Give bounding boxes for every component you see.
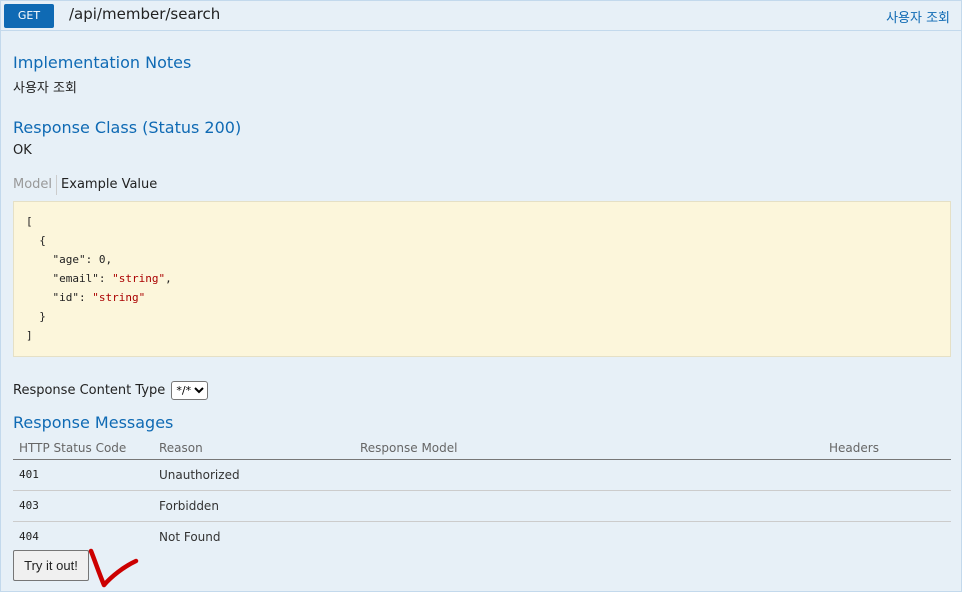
headers-cell: [823, 459, 951, 491]
table-row: 404 Not Found: [13, 521, 951, 552]
response-model-cell: [354, 459, 823, 491]
json-key: "age": [52, 253, 86, 266]
response-content-type-select[interactable]: */*: [171, 381, 209, 400]
response-content-type: Response Content Type */*: [13, 381, 209, 400]
reason-cell: Unauthorized: [153, 459, 354, 491]
json-close-brace: }: [39, 310, 46, 323]
response-messages-table: HTTP Status Code Reason Response Model H…: [13, 437, 951, 552]
column-header: HTTP Status Code: [13, 437, 153, 460]
example-json: [ { "age": 0, "email": "string", "id": "…: [14, 202, 950, 355]
json-value: 0: [98, 253, 106, 266]
json-separator: :: [98, 272, 113, 285]
operation-panel: GET /api/member/search 사용자 조회 Implementa…: [0, 0, 962, 592]
response-class-text: OK: [13, 143, 32, 158]
json-close-bracket: ]: [26, 329, 33, 342]
response-model-cell: [354, 490, 823, 522]
response-model-cell: [354, 521, 823, 552]
response-content-type-label: Response Content Type: [13, 383, 166, 398]
headers-cell: [823, 490, 951, 522]
table-row: 403 Forbidden: [13, 490, 951, 522]
json-comma: ,: [165, 272, 172, 285]
json-open-brace: {: [39, 234, 46, 247]
column-header: Headers: [823, 437, 951, 460]
status-code-cell: 401: [13, 459, 153, 491]
tab-example-value[interactable]: Example Value: [57, 175, 157, 195]
status-code-cell: 403: [13, 490, 153, 522]
table-header-row: HTTP Status Code Reason Response Model H…: [13, 437, 951, 460]
column-header: Reason: [153, 437, 354, 460]
operation-header[interactable]: GET /api/member/search 사용자 조회: [1, 1, 961, 31]
json-open-bracket: [: [26, 215, 33, 228]
red-checkmark-annotation: [88, 548, 139, 588]
reason-cell: Not Found: [159, 529, 221, 544]
json-comma: ,: [105, 253, 113, 266]
response-messages-heading: Response Messages: [13, 413, 174, 432]
json-key: "id": [52, 291, 80, 304]
reason-cell: Forbidden: [153, 490, 354, 522]
operation-summary-link[interactable]: 사용자 조회: [886, 7, 950, 26]
table-row: 401 Unauthorized: [13, 459, 951, 491]
response-class-heading: Response Class (Status 200): [13, 118, 242, 137]
example-value-box[interactable]: [ { "age": 0, "email": "string", "id": "…: [13, 201, 951, 357]
implementation-notes-heading: Implementation Notes: [13, 53, 192, 72]
implementation-notes-text: 사용자 조회: [13, 81, 77, 96]
headers-cell: [823, 521, 951, 552]
try-it-out-button[interactable]: Try it out!: [13, 550, 89, 581]
column-header: Response Model: [354, 437, 823, 460]
http-method-badge[interactable]: GET: [4, 4, 54, 28]
json-separator: :: [79, 291, 93, 304]
json-value: "string": [112, 272, 166, 285]
tab-model[interactable]: Model: [13, 175, 58, 195]
json-value: "string": [92, 291, 146, 304]
json-separator: :: [85, 253, 99, 266]
endpoint-path[interactable]: /api/member/search: [69, 5, 220, 23]
model-tabs: Model Example Value: [13, 175, 157, 197]
json-key: "email": [52, 272, 99, 285]
